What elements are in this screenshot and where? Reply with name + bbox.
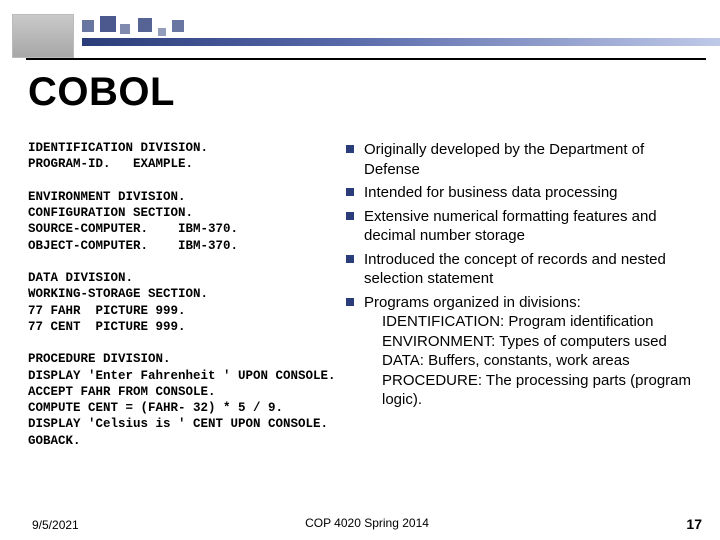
bullet-item: Originally developed by the Department o… <box>346 140 702 179</box>
bullet-subtext: PROCEDURE: The processing parts (program… <box>382 371 702 410</box>
bullet-subtext: IDENTIFICATION: Program identification <box>382 312 702 332</box>
bullet-list: Originally developed by the Department o… <box>338 140 702 500</box>
deco-square <box>120 24 130 34</box>
slide-body: IDENTIFICATION DIVISION. PROGRAM-ID. EXA… <box>28 140 702 500</box>
bullet-text: Introduced the concept of records and ne… <box>364 250 702 289</box>
bullet-text: Extensive numerical formatting features … <box>364 207 702 246</box>
bullet-text: Programs organized in divisions:IDENTIFI… <box>364 293 702 410</box>
bullet-subtext: ENVIRONMENT: Types of computers used <box>382 332 702 352</box>
slide: COBOL IDENTIFICATION DIVISION. PROGRAM-I… <box>0 0 720 540</box>
deco-square <box>172 20 184 32</box>
bullet-square-icon <box>346 145 354 153</box>
top-decoration <box>0 14 720 44</box>
bullet-item: Introduced the concept of records and ne… <box>346 250 702 289</box>
bullet-item: Extensive numerical formatting features … <box>346 207 702 246</box>
deco-bar <box>82 38 720 46</box>
bullet-item: Programs organized in divisions:IDENTIFI… <box>346 293 702 410</box>
bullet-item: Intended for business data processing <box>346 183 702 203</box>
deco-square <box>82 20 94 32</box>
bullet-square-icon <box>346 298 354 306</box>
bullet-subtext: DATA: Buffers, constants, work areas <box>382 351 702 371</box>
slide-footer: 9/5/2021 COP 4020 Spring 2014 17 <box>32 516 702 532</box>
bullet-text: Intended for business data processing <box>364 183 702 203</box>
bullet-square-icon <box>346 188 354 196</box>
title-divider <box>26 58 706 60</box>
footer-course: COP 4020 Spring 2014 <box>32 516 702 530</box>
bullet-text: Originally developed by the Department o… <box>364 140 702 179</box>
deco-square <box>158 28 166 36</box>
header-photo <box>12 14 74 58</box>
bullet-square-icon <box>346 212 354 220</box>
slide-title: COBOL <box>28 70 175 115</box>
bullet-square-icon <box>346 255 354 263</box>
deco-square <box>100 16 116 32</box>
code-block: IDENTIFICATION DIVISION. PROGRAM-ID. EXA… <box>28 140 338 500</box>
deco-square <box>138 18 152 32</box>
